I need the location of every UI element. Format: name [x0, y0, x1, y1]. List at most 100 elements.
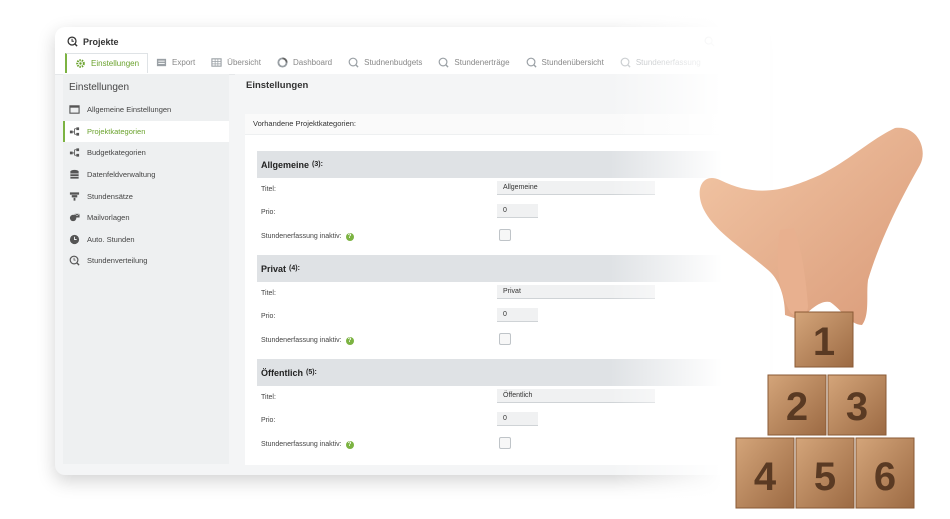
tab-label: Export — [172, 58, 196, 67]
clock-search-icon — [348, 57, 359, 68]
title-input[interactable]: Privat — [497, 285, 655, 299]
filter-icon — [69, 192, 80, 201]
title-input[interactable]: Allgemeine — [497, 181, 655, 195]
sidebar-item-label: Allgemeine Einstellungen — [87, 105, 172, 115]
form-row-inactive: Stundenerfassung inaktiv: ? — [257, 329, 755, 352]
tab-label: Dashboard — [292, 58, 333, 67]
hand-shape — [699, 127, 923, 325]
database-icon — [70, 169, 79, 179]
form-row-title: Titel: Allgemeine — [257, 178, 755, 201]
form-row-prio: Prio: 0 — [257, 201, 755, 224]
prio-input[interactable]: 0 — [497, 412, 538, 427]
app-window: Projekte Einstellungen Export Übersicht … — [55, 27, 755, 475]
sidebar-item-projektkategorien[interactable]: Projektkategorien — [63, 120, 229, 143]
category-name: Öffentlich — [261, 367, 303, 378]
clock-search-icon — [526, 57, 537, 68]
prio-input[interactable]: 0 — [497, 204, 538, 219]
tab-dashboard[interactable]: Dashboard — [269, 53, 340, 72]
block-label: 2 — [786, 385, 808, 429]
sidebar-item-stundenverteilung[interactable]: Stundenverteilung — [63, 250, 229, 272]
title-input[interactable]: Öffentlich — [497, 389, 655, 403]
mail-icon — [69, 213, 80, 222]
inactive-checkbox[interactable] — [499, 436, 511, 449]
tab-label: Stundenerträge — [454, 58, 510, 67]
clock-icon — [69, 234, 80, 244]
export-icon — [156, 58, 167, 67]
app-title: Projekte — [67, 36, 119, 47]
top-icons — [704, 36, 733, 47]
prio-input[interactable]: 0 — [497, 308, 538, 323]
category-section: Öffentlich (5): Titel: Öffentlich Prio: … — [257, 359, 755, 456]
clock-search-icon — [67, 36, 78, 47]
field-label-group: Stundenerfassung inaktiv: ? — [261, 440, 354, 449]
field-label: Titel: — [261, 394, 276, 401]
category-header: Allgemeine (3): — [257, 151, 755, 178]
field-label: Prio: — [261, 313, 276, 321]
help-icon[interactable]: ? — [345, 336, 354, 345]
tab-label: Studnenbudgets — [364, 58, 423, 67]
search-icon[interactable] — [704, 36, 715, 47]
field-label: Stundenerfassung inaktiv: — [261, 233, 342, 241]
category-section: Privat (4): Titel: Privat Prio: 0 Stunde… — [257, 255, 755, 352]
top-bar: Projekte Einstellungen Export Übersicht … — [55, 27, 755, 75]
tab-stundenuebersicht[interactable]: Stundenübersicht — [518, 53, 612, 72]
window-icon — [69, 105, 80, 115]
category-section: Allgemeine (3): Titel: Allgemeine Prio: … — [257, 151, 755, 248]
tab-label: Einstellungen — [91, 58, 140, 68]
sidebar-item-allgemeine-einstellungen[interactable]: Allgemeine Einstellungen — [63, 99, 229, 121]
sidebar-item-budgetkategorien[interactable]: Budgetkategorien — [63, 142, 229, 164]
tab-einstellungen[interactable]: Einstellungen — [65, 52, 149, 73]
block-label: 6 — [874, 455, 896, 499]
gear-icon — [76, 58, 85, 68]
block-label: 4 — [754, 455, 777, 499]
hand-with-number-blocks-image: 1 2 3 4 5 6 — [699, 127, 923, 509]
grid-icon — [211, 58, 222, 67]
field-label: Titel: — [261, 290, 276, 297]
hierarchy-icon — [69, 127, 80, 136]
help-icon[interactable]: ? — [345, 232, 354, 241]
category-count: (3): — [312, 161, 323, 168]
clock-search-icon — [620, 57, 631, 68]
field-label-group: Stundenerfassung inaktiv: ? — [261, 232, 354, 241]
sidebar-item-label: Datenfeldverwaltung — [87, 170, 156, 180]
dashboard-icon — [277, 57, 288, 68]
clock-search-icon — [69, 256, 80, 267]
inactive-checkbox[interactable] — [499, 228, 511, 241]
category-header: Öffentlich (5): — [257, 359, 755, 386]
form-row-title: Titel: Privat — [257, 282, 755, 305]
field-label: Stundenerfassung inaktiv: — [261, 441, 342, 449]
sidebar-item-label: Auto. Stunden — [87, 234, 135, 244]
inactive-checkbox[interactable] — [499, 332, 511, 345]
sidebar-item-mailvorlagen[interactable]: Mailvorlagen — [63, 207, 229, 229]
sidebar-item-label: Mailvorlagen — [87, 213, 130, 223]
category-card: Vorhandene Projektkategorien: Allgemeine… — [245, 114, 755, 465]
sidebar-title: Einstellungen — [69, 82, 130, 93]
sidebar-item-stundensaetze[interactable]: Stundensätze — [63, 185, 229, 207]
sidebar-item-datenfeldverwaltung[interactable]: Datenfeldverwaltung — [63, 164, 229, 186]
field-label: Prio: — [261, 209, 276, 217]
sidebar: Einstellungen Allgemeine Einstellungen P… — [63, 74, 229, 464]
category-name: Privat — [261, 263, 287, 274]
tab-uebersicht[interactable]: Übersicht — [203, 53, 269, 72]
help-icon[interactable]: ? — [345, 440, 354, 449]
sidebar-item-label: Budgetkategorien — [87, 148, 146, 158]
category-count: (4): — [289, 265, 300, 272]
tab-stundenerfassung[interactable]: Stundenerfassung — [612, 53, 709, 72]
block-label: 5 — [814, 455, 836, 499]
app-title-label: Projekte — [83, 36, 119, 47]
tab-stundenertraege[interactable]: Stundenerträge — [430, 53, 517, 72]
category-count: (5): — [306, 369, 317, 376]
tab-studnenbudgets[interactable]: Studnenbudgets — [340, 53, 430, 72]
tab-export[interactable]: Export — [148, 53, 203, 72]
sidebar-item-auto-stunden[interactable]: Auto. Stunden — [63, 229, 229, 251]
tab-label: Stundenerfassung — [635, 58, 701, 67]
sidebar-item-label: Projektkategorien — [87, 126, 146, 136]
form-row-title: Titel: Öffentlich — [257, 386, 755, 409]
form-row-prio: Prio: 0 — [257, 409, 755, 432]
block-label: 3 — [846, 385, 868, 429]
clock-search-icon — [438, 57, 449, 68]
field-label-group: Stundenerfassung inaktiv: ? — [261, 336, 354, 345]
more-icon[interactable] — [725, 36, 733, 47]
field-label: Prio: — [261, 417, 276, 425]
tab-bar: Einstellungen Export Übersicht Dashboard… — [65, 52, 709, 73]
